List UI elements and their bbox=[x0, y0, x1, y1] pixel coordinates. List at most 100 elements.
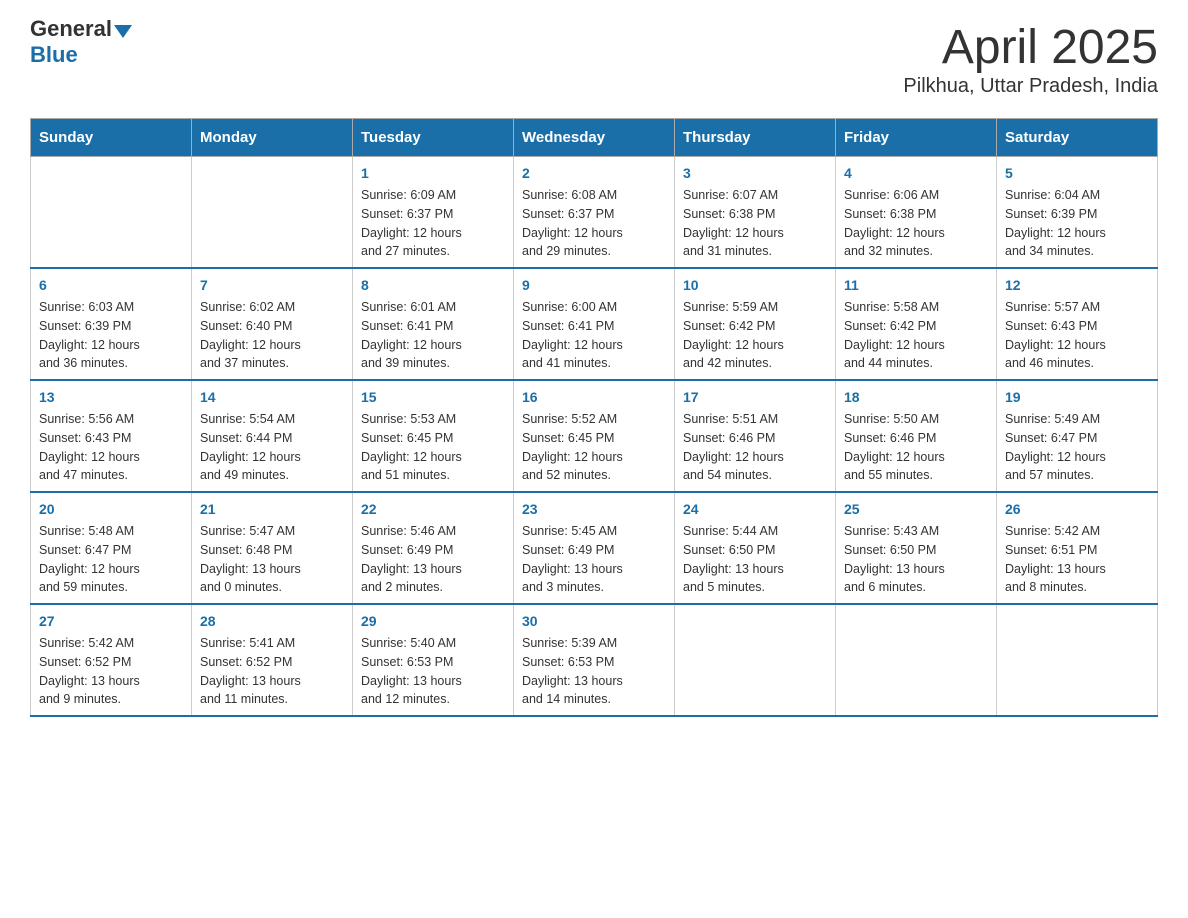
calendar-day-cell: 24Sunrise: 5:44 AM Sunset: 6:50 PM Dayli… bbox=[675, 492, 836, 604]
calendar-day-cell bbox=[997, 604, 1158, 716]
calendar-day-cell: 10Sunrise: 5:59 AM Sunset: 6:42 PM Dayli… bbox=[675, 268, 836, 380]
calendar-week-row: 13Sunrise: 5:56 AM Sunset: 6:43 PM Dayli… bbox=[31, 380, 1158, 492]
day-number: 30 bbox=[522, 611, 666, 632]
calendar-day-cell: 5Sunrise: 6:04 AM Sunset: 6:39 PM Daylig… bbox=[997, 157, 1158, 269]
calendar-day-cell: 7Sunrise: 6:02 AM Sunset: 6:40 PM Daylig… bbox=[192, 268, 353, 380]
day-number: 24 bbox=[683, 499, 827, 520]
logo-triangle-icon bbox=[114, 25, 132, 38]
calendar-week-row: 27Sunrise: 5:42 AM Sunset: 6:52 PM Dayli… bbox=[31, 604, 1158, 716]
calendar-day-cell bbox=[836, 604, 997, 716]
calendar-day-cell: 26Sunrise: 5:42 AM Sunset: 6:51 PM Dayli… bbox=[997, 492, 1158, 604]
calendar-day-cell bbox=[31, 157, 192, 269]
calendar-day-cell: 11Sunrise: 5:58 AM Sunset: 6:42 PM Dayli… bbox=[836, 268, 997, 380]
calendar-body: 1Sunrise: 6:09 AM Sunset: 6:37 PM Daylig… bbox=[31, 157, 1158, 717]
day-info: Sunrise: 5:58 AM Sunset: 6:42 PM Dayligh… bbox=[844, 298, 988, 373]
day-info: Sunrise: 5:45 AM Sunset: 6:49 PM Dayligh… bbox=[522, 522, 666, 597]
calendar-day-cell: 19Sunrise: 5:49 AM Sunset: 6:47 PM Dayli… bbox=[997, 380, 1158, 492]
day-number: 18 bbox=[844, 387, 988, 408]
day-number: 19 bbox=[1005, 387, 1149, 408]
day-of-week-header: Saturday bbox=[997, 119, 1158, 157]
day-number: 9 bbox=[522, 275, 666, 296]
day-number: 26 bbox=[1005, 499, 1149, 520]
calendar-day-cell: 13Sunrise: 5:56 AM Sunset: 6:43 PM Dayli… bbox=[31, 380, 192, 492]
day-of-week-header: Friday bbox=[836, 119, 997, 157]
calendar-day-cell: 23Sunrise: 5:45 AM Sunset: 6:49 PM Dayli… bbox=[514, 492, 675, 604]
calendar-day-cell: 20Sunrise: 5:48 AM Sunset: 6:47 PM Dayli… bbox=[31, 492, 192, 604]
main-title: April 2025 bbox=[903, 20, 1158, 75]
day-number: 17 bbox=[683, 387, 827, 408]
day-number: 22 bbox=[361, 499, 505, 520]
calendar-day-cell: 4Sunrise: 6:06 AM Sunset: 6:38 PM Daylig… bbox=[836, 157, 997, 269]
day-number: 20 bbox=[39, 499, 183, 520]
day-info: Sunrise: 6:01 AM Sunset: 6:41 PM Dayligh… bbox=[361, 298, 505, 373]
day-info: Sunrise: 6:07 AM Sunset: 6:38 PM Dayligh… bbox=[683, 186, 827, 261]
day-info: Sunrise: 5:57 AM Sunset: 6:43 PM Dayligh… bbox=[1005, 298, 1149, 373]
day-info: Sunrise: 5:44 AM Sunset: 6:50 PM Dayligh… bbox=[683, 522, 827, 597]
day-info: Sunrise: 5:52 AM Sunset: 6:45 PM Dayligh… bbox=[522, 410, 666, 485]
calendar-day-cell: 14Sunrise: 5:54 AM Sunset: 6:44 PM Dayli… bbox=[192, 380, 353, 492]
day-number: 29 bbox=[361, 611, 505, 632]
calendar-day-cell: 28Sunrise: 5:41 AM Sunset: 6:52 PM Dayli… bbox=[192, 604, 353, 716]
day-info: Sunrise: 5:49 AM Sunset: 6:47 PM Dayligh… bbox=[1005, 410, 1149, 485]
day-number: 27 bbox=[39, 611, 183, 632]
calendar-day-cell: 3Sunrise: 6:07 AM Sunset: 6:38 PM Daylig… bbox=[675, 157, 836, 269]
logo-general-text2: General bbox=[30, 16, 112, 42]
calendar-day-cell: 6Sunrise: 6:03 AM Sunset: 6:39 PM Daylig… bbox=[31, 268, 192, 380]
day-info: Sunrise: 5:42 AM Sunset: 6:51 PM Dayligh… bbox=[1005, 522, 1149, 597]
day-number: 16 bbox=[522, 387, 666, 408]
day-info: Sunrise: 5:54 AM Sunset: 6:44 PM Dayligh… bbox=[200, 410, 344, 485]
day-of-week-header: Monday bbox=[192, 119, 353, 157]
logo-blue-text: Blue bbox=[30, 42, 78, 67]
day-info: Sunrise: 5:41 AM Sunset: 6:52 PM Dayligh… bbox=[200, 634, 344, 709]
calendar-day-cell: 22Sunrise: 5:46 AM Sunset: 6:49 PM Dayli… bbox=[353, 492, 514, 604]
day-info: Sunrise: 5:40 AM Sunset: 6:53 PM Dayligh… bbox=[361, 634, 505, 709]
calendar-day-cell bbox=[192, 157, 353, 269]
day-of-week-header: Thursday bbox=[675, 119, 836, 157]
day-number: 23 bbox=[522, 499, 666, 520]
calendar-day-cell: 9Sunrise: 6:00 AM Sunset: 6:41 PM Daylig… bbox=[514, 268, 675, 380]
calendar-day-cell: 15Sunrise: 5:53 AM Sunset: 6:45 PM Dayli… bbox=[353, 380, 514, 492]
calendar-day-cell: 18Sunrise: 5:50 AM Sunset: 6:46 PM Dayli… bbox=[836, 380, 997, 492]
page-header: General General Blue April 2025 Pilkhua,… bbox=[30, 20, 1158, 98]
day-of-week-header: Wednesday bbox=[514, 119, 675, 157]
days-of-week-row: SundayMondayTuesdayWednesdayThursdayFrid… bbox=[31, 119, 1158, 157]
day-of-week-header: Tuesday bbox=[353, 119, 514, 157]
day-number: 25 bbox=[844, 499, 988, 520]
calendar-day-cell bbox=[675, 604, 836, 716]
calendar-week-row: 1Sunrise: 6:09 AM Sunset: 6:37 PM Daylig… bbox=[31, 157, 1158, 269]
day-number: 1 bbox=[361, 163, 505, 184]
day-number: 4 bbox=[844, 163, 988, 184]
calendar-day-cell: 1Sunrise: 6:09 AM Sunset: 6:37 PM Daylig… bbox=[353, 157, 514, 269]
day-info: Sunrise: 5:56 AM Sunset: 6:43 PM Dayligh… bbox=[39, 410, 183, 485]
calendar-day-cell: 17Sunrise: 5:51 AM Sunset: 6:46 PM Dayli… bbox=[675, 380, 836, 492]
day-number: 10 bbox=[683, 275, 827, 296]
day-info: Sunrise: 5:42 AM Sunset: 6:52 PM Dayligh… bbox=[39, 634, 183, 709]
day-info: Sunrise: 6:06 AM Sunset: 6:38 PM Dayligh… bbox=[844, 186, 988, 261]
calendar-week-row: 6Sunrise: 6:03 AM Sunset: 6:39 PM Daylig… bbox=[31, 268, 1158, 380]
day-number: 3 bbox=[683, 163, 827, 184]
calendar-header: SundayMondayTuesdayWednesdayThursdayFrid… bbox=[31, 119, 1158, 157]
calendar-day-cell: 25Sunrise: 5:43 AM Sunset: 6:50 PM Dayli… bbox=[836, 492, 997, 604]
day-number: 8 bbox=[361, 275, 505, 296]
day-of-week-header: Sunday bbox=[31, 119, 192, 157]
calendar-day-cell: 29Sunrise: 5:40 AM Sunset: 6:53 PM Dayli… bbox=[353, 604, 514, 716]
day-info: Sunrise: 6:08 AM Sunset: 6:37 PM Dayligh… bbox=[522, 186, 666, 261]
calendar-day-cell: 2Sunrise: 6:08 AM Sunset: 6:37 PM Daylig… bbox=[514, 157, 675, 269]
day-info: Sunrise: 5:51 AM Sunset: 6:46 PM Dayligh… bbox=[683, 410, 827, 485]
day-info: Sunrise: 5:50 AM Sunset: 6:46 PM Dayligh… bbox=[844, 410, 988, 485]
day-info: Sunrise: 5:47 AM Sunset: 6:48 PM Dayligh… bbox=[200, 522, 344, 597]
day-info: Sunrise: 5:43 AM Sunset: 6:50 PM Dayligh… bbox=[844, 522, 988, 597]
calendar-day-cell: 30Sunrise: 5:39 AM Sunset: 6:53 PM Dayli… bbox=[514, 604, 675, 716]
day-number: 7 bbox=[200, 275, 344, 296]
day-number: 11 bbox=[844, 275, 988, 296]
day-info: Sunrise: 6:02 AM Sunset: 6:40 PM Dayligh… bbox=[200, 298, 344, 373]
title-section: April 2025 Pilkhua, Uttar Pradesh, India bbox=[903, 20, 1158, 98]
calendar-day-cell: 21Sunrise: 5:47 AM Sunset: 6:48 PM Dayli… bbox=[192, 492, 353, 604]
day-number: 13 bbox=[39, 387, 183, 408]
day-info: Sunrise: 5:53 AM Sunset: 6:45 PM Dayligh… bbox=[361, 410, 505, 485]
day-number: 2 bbox=[522, 163, 666, 184]
calendar-day-cell: 8Sunrise: 6:01 AM Sunset: 6:41 PM Daylig… bbox=[353, 268, 514, 380]
day-number: 12 bbox=[1005, 275, 1149, 296]
subtitle: Pilkhua, Uttar Pradesh, India bbox=[903, 75, 1158, 98]
calendar-day-cell: 12Sunrise: 5:57 AM Sunset: 6:43 PM Dayli… bbox=[997, 268, 1158, 380]
